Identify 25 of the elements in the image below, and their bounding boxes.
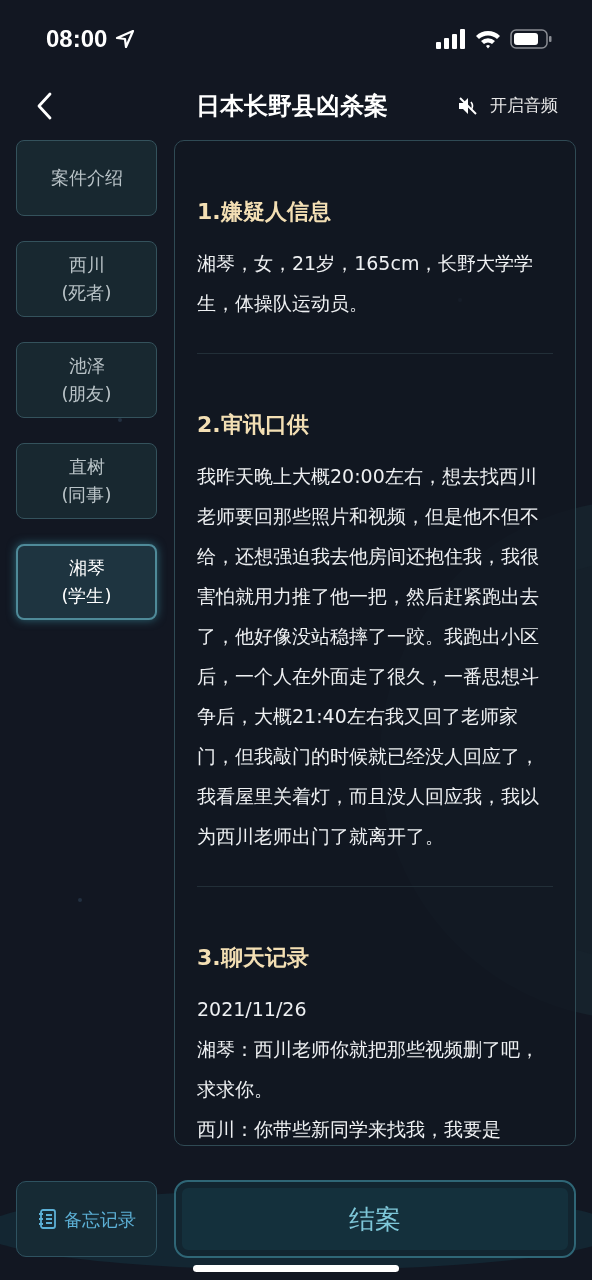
sidebar-tab[interactable]: 西川 (死者)	[16, 241, 157, 317]
notebook-icon	[37, 1209, 56, 1229]
audio-toggle[interactable]: 开启音频	[458, 93, 558, 119]
section-title: 2.审讯口供	[197, 411, 310, 439]
sidebar-tab[interactable]: 池泽 (朋友)	[16, 342, 157, 418]
back-icon	[36, 92, 52, 120]
sidebar-tab[interactable]: 案件介绍	[16, 140, 157, 216]
section-text: 我昨天晚上大概20:00左右，想去找西川老师要回那些照片和视频，但是他不但不给，还想强迫我去他房间还抱住我，我很害怕就用力推了他一把，然后赶紧跑出去了，他好像没站稳摔了一跤。我跑出小区后，一个人在外面走了很久，一番思想斗争后，大概21:40左右我又回了老师家门，但我敲门的时候就已经没人回应了，我看屋里关着灯，而且没人回应我，我以为西川老师出门了就离开了。	[197, 464, 540, 849]
memo-button[interactable]: 备忘记录	[16, 1181, 157, 1257]
page-title: 日本长野县凶杀案	[196, 91, 388, 122]
section-text: 西川：你带些新同学来找我，我要是	[197, 1117, 502, 1142]
section-title: 3.聊天记录	[197, 944, 310, 972]
status-time: 08:00	[46, 24, 108, 54]
sidebar-tab[interactable]: 直树 (同事)	[16, 443, 157, 519]
section-title: 1.嫌疑人信息	[197, 198, 332, 226]
battery-icon	[510, 29, 552, 49]
location-icon	[115, 29, 136, 49]
section-text: 湘琴：西川老师你就把那些视频删了吧，求求你。	[197, 1037, 540, 1102]
section-text: 湘琴，女，21岁，165cm，长野大学学生，体操队运动员。	[197, 251, 535, 316]
sidebar-tab[interactable]: 湘琴 (学生)	[16, 544, 157, 620]
close-case-button[interactable]: 结案	[174, 1180, 576, 1258]
signal-icon	[436, 29, 466, 49]
section-text: 2021/11/26	[197, 997, 308, 1022]
speaker-muted-icon	[458, 97, 478, 115]
wifi-icon	[475, 29, 501, 49]
